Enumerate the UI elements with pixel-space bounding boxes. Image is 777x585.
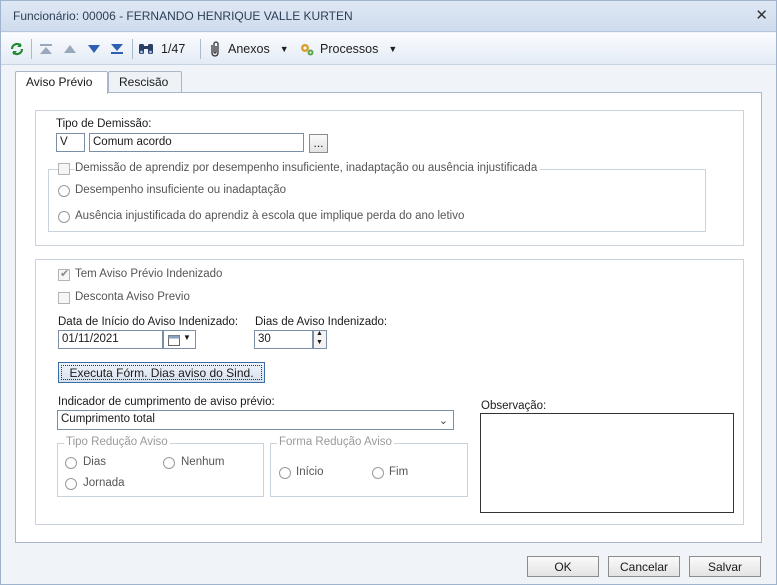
tab-aviso-previo[interactable]: Aviso Prévio [15,71,108,94]
ok-button[interactable]: OK [527,556,599,577]
performance-radio[interactable] [58,185,70,197]
chevron-down-icon: ▼ [388,44,398,54]
calendar-icon [168,335,180,346]
apprentice-group [48,169,706,232]
attachments-label: Anexos [228,42,270,56]
reduction-type-group: Tipo Redução Aviso Dias Nenhum Jornada [57,436,264,497]
tab-rescisao[interactable]: Rescisão [108,71,182,93]
discount-checkbox[interactable] [58,292,70,304]
days-input[interactable]: 30 [254,330,313,349]
reduction-form-group: Forma Redução Aviso Início Fim [270,436,468,497]
first-record-button[interactable] [39,39,53,59]
start-date-label: Data de Início do Aviso Indenizado: [58,316,239,328]
observation-textarea[interactable] [480,413,734,513]
processes-menu[interactable]: Processos ▼ [299,39,397,59]
next-record-icon [88,45,100,53]
date-picker-button[interactable]: ▼ [163,330,196,349]
reduction-form-legend: Forma Redução Aviso [277,436,394,448]
record-position: 1/47 [161,42,186,56]
apprentice-label: Demissão de aprendiz por desempenho insu… [75,162,541,174]
last-record-icon [111,44,123,54]
previous-record-icon [64,45,76,53]
title-bar: Funcionário: 00006 - FERNANDO HENRIQUE V… [1,1,776,32]
indemnified-checkbox[interactable]: ✔ [58,268,70,281]
paperclip-icon [211,41,219,57]
toolbar-separator [200,39,201,59]
fulfillment-select[interactable]: Cumprimento total ⌄ [57,410,454,430]
chevron-down-icon: ▼ [183,333,191,342]
absence-label: Ausência injustificada do aprendiz à esc… [75,210,465,222]
fulfillment-label: Indicador de cumprimento de aviso prévio… [58,396,275,408]
reduction-start-label: Início [296,466,324,478]
reduction-end-label: Fim [389,466,409,478]
days-stepper[interactable]: ▲ ▼ [313,330,327,349]
toolbar-separator [31,39,32,59]
tab-panel: Tipo de Demissão: V Comum acordo ... Dem… [15,92,762,543]
reduction-none-radio[interactable] [163,457,175,469]
refresh-icon [10,42,24,56]
reduction-none-label: Nenhum [181,456,225,468]
chevron-down-icon: ⌄ [438,415,448,427]
reduction-type-legend: Tipo Redução Aviso [64,436,170,448]
arrow-down-icon[interactable]: ▼ [316,339,323,346]
chevron-down-icon: ▼ [279,44,289,54]
reduction-journey-radio[interactable] [65,478,77,490]
dialog-window: Funcionário: 00006 - FERNANDO HENRIQUE V… [0,0,777,585]
binoculars-icon [139,44,153,54]
absence-radio[interactable] [58,211,70,223]
first-record-icon [40,44,52,54]
save-button[interactable]: Salvar [689,556,761,577]
execute-union-formula-button[interactable]: Executa Fórm. Dias aviso do Sind. [58,362,265,383]
start-date-input[interactable]: 01/11/2021 [58,330,163,349]
window-title: Funcionário: 00006 - FERNANDO HENRIQUE V… [13,9,353,23]
dismissal-type-lookup-button[interactable]: ... [309,134,328,153]
previous-record-button[interactable] [63,39,77,59]
cancel-button[interactable]: Cancelar [608,556,680,577]
dismissal-type-description: Comum acordo [89,133,304,152]
attachments-menu[interactable]: Anexos ▼ [208,39,289,59]
close-icon[interactable]: ✕ [755,6,768,24]
reduction-end-radio[interactable] [372,467,384,479]
observation-label: Observação: [481,400,547,412]
processes-icon [301,44,314,56]
toolbar-separator [132,39,133,59]
toolbar: 1/47 Anexos ▼ Processos ▼ [1,33,776,65]
reduction-days-label: Dias [83,456,107,468]
reduction-journey-label: Jornada [83,477,125,489]
search-record-button[interactable] [138,39,154,59]
reduction-start-radio[interactable] [279,467,291,479]
dismissal-type-code-input[interactable]: V [56,133,85,152]
check-icon: ✔ [60,268,70,280]
fulfillment-value: Cumprimento total [61,413,155,425]
days-label: Dias de Aviso Indenizado: [255,316,388,328]
processes-label: Processos [320,42,379,56]
last-record-button[interactable] [110,39,124,59]
indemnified-label: Tem Aviso Prévio Indenizado [75,268,223,280]
discount-label: Desconta Aviso Previo [75,291,190,303]
next-record-button[interactable] [87,39,101,59]
dismissal-type-label: Tipo de Demissão: [56,118,152,130]
performance-label: Desempenho insuficiente ou inadaptação [75,184,286,196]
reduction-days-radio[interactable] [65,457,77,469]
apprentice-checkbox[interactable] [58,163,70,175]
refresh-button[interactable] [9,39,25,59]
notice-group: ✔ Tem Aviso Prévio Indenizado Desconta A… [35,259,744,525]
arrow-up-icon[interactable]: ▲ [316,330,323,337]
dismissal-group: Tipo de Demissão: V Comum acordo ... Dem… [35,110,744,246]
